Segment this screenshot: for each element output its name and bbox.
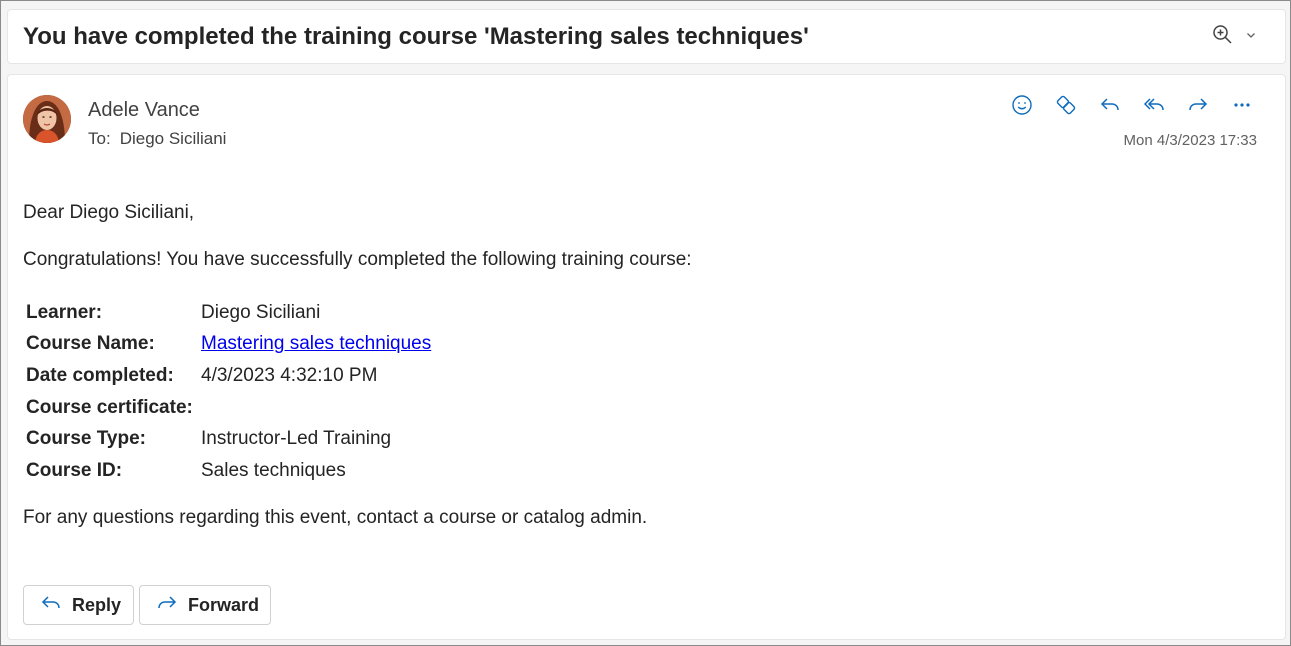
detail-value bbox=[201, 392, 431, 424]
loop-button[interactable] bbox=[1051, 92, 1081, 122]
recipient-line: To: Diego Siciliani bbox=[88, 129, 226, 149]
detail-value-cell: Mastering sales techniques bbox=[201, 329, 431, 361]
to-label: To: bbox=[88, 129, 111, 148]
forward-button-label: Forward bbox=[188, 594, 260, 615]
table-row: Learner: Diego Siciliani bbox=[26, 297, 431, 329]
forward-icon bbox=[1187, 94, 1209, 121]
detail-value: Diego Siciliani bbox=[201, 301, 321, 323]
reply-icon bbox=[40, 592, 62, 619]
chevron-down-icon bbox=[1245, 28, 1257, 46]
table-row: Course certificate: bbox=[26, 392, 431, 424]
emoji-button[interactable] bbox=[1007, 92, 1037, 122]
more-icon bbox=[1231, 94, 1253, 121]
zoom-button[interactable] bbox=[1211, 24, 1257, 50]
detail-label: Learner: bbox=[26, 301, 103, 323]
message-card: Adele Vance To: Diego Siciliani Mon 4/3/… bbox=[7, 74, 1286, 640]
detail-label: Course ID: bbox=[26, 459, 123, 481]
intro-text: Congratulations! You have successfully c… bbox=[23, 249, 692, 270]
forward-button[interactable]: Forward bbox=[139, 585, 271, 625]
detail-label: Course Name: bbox=[26, 333, 155, 355]
message-date: Mon 4/3/2023 17:33 bbox=[1123, 132, 1257, 149]
reply-icon bbox=[1099, 94, 1121, 121]
detail-label: Date completed: bbox=[26, 364, 174, 386]
forward-action-button[interactable] bbox=[1183, 92, 1213, 122]
greeting: Dear Diego Siciliani, bbox=[23, 202, 195, 223]
reading-pane: You have completed the training course '… bbox=[0, 0, 1291, 646]
reply-button[interactable]: Reply bbox=[23, 585, 134, 625]
emoji-icon bbox=[1011, 94, 1033, 121]
detail-value: Instructor-Led Training bbox=[201, 428, 392, 450]
reply-action-button[interactable] bbox=[1095, 92, 1125, 122]
forward-icon bbox=[156, 592, 178, 619]
reply-all-icon bbox=[1142, 94, 1166, 121]
avatar[interactable] bbox=[23, 95, 71, 143]
course-details-table: Learner: Diego Siciliani Course Name: Ma… bbox=[26, 297, 431, 487]
detail-value: 4/3/2023 4:32:10 PM bbox=[201, 364, 378, 386]
more-actions-button[interactable] bbox=[1227, 92, 1257, 122]
table-row: Course Name: Mastering sales techniques bbox=[26, 329, 431, 361]
table-row: Course ID: Sales techniques bbox=[26, 455, 431, 487]
footer-text: For any questions regarding this event, … bbox=[23, 507, 648, 528]
course-name-link[interactable]: Mastering sales techniques bbox=[201, 333, 431, 354]
sender-name[interactable]: Adele Vance bbox=[88, 99, 200, 122]
zoom-in-icon bbox=[1211, 23, 1235, 52]
detail-label: Course certificate: bbox=[26, 396, 193, 418]
subject-title: You have completed the training course '… bbox=[23, 23, 809, 50]
detail-label: Course Type: bbox=[26, 428, 147, 450]
reply-all-button[interactable] bbox=[1139, 92, 1169, 122]
subject-bar: You have completed the training course '… bbox=[7, 9, 1286, 64]
reply-button-label: Reply bbox=[72, 594, 122, 615]
detail-value: Sales techniques bbox=[201, 459, 346, 481]
message-actions bbox=[1007, 92, 1257, 122]
table-row: Course Type: Instructor-Led Training bbox=[26, 423, 431, 455]
loop-icon bbox=[1055, 94, 1077, 121]
table-row: Date completed: 4/3/2023 4:32:10 PM bbox=[26, 360, 431, 392]
recipient-name[interactable]: Diego Siciliani bbox=[120, 129, 227, 149]
